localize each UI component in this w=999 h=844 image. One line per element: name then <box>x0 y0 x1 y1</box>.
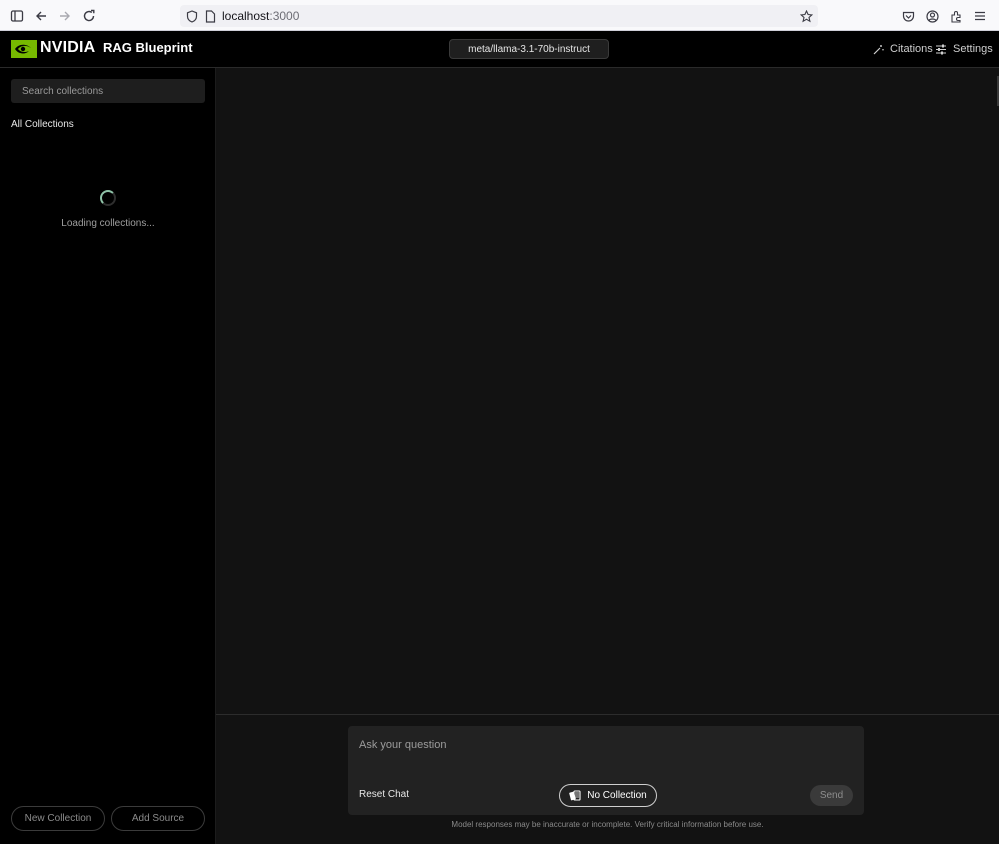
pocket-icon[interactable] <box>899 7 917 25</box>
loading-text: Loading collections... <box>61 218 155 229</box>
question-input[interactable] <box>359 735 849 755</box>
cards-icon <box>569 790 581 801</box>
loading-spinner-icon <box>100 190 116 206</box>
shield-icon[interactable] <box>183 7 201 25</box>
browser-toolbar: localhost:3000 <box>0 0 999 31</box>
chat-messages-area <box>216 68 999 714</box>
page-icon <box>201 7 219 25</box>
address-bar[interactable]: localhost:3000 <box>180 5 818 27</box>
model-selector[interactable]: meta/llama-3.1-70b-instruct <box>449 39 609 59</box>
account-icon[interactable] <box>923 7 941 25</box>
citations-label: Citations <box>890 43 933 55</box>
menu-icon[interactable] <box>971 7 989 25</box>
collections-sidebar: All Collections Loading collections... N… <box>0 68 216 844</box>
url-text[interactable]: localhost:3000 <box>222 9 299 23</box>
collection-selector-button[interactable]: No Collection <box>559 784 657 807</box>
citations-button[interactable]: Citations <box>873 41 933 57</box>
sliders-icon <box>936 44 946 54</box>
add-source-button[interactable]: Add Source <box>111 806 205 831</box>
new-collection-button[interactable]: New Collection <box>11 806 105 831</box>
settings-label: Settings <box>953 43 993 55</box>
message-composer: Reset Chat No Collection Send <box>348 726 864 815</box>
app-header: NVIDIA RAG Blueprint meta/llama-3.1-70b-… <box>0 31 999 68</box>
brand-name: NVIDIA <box>40 39 96 56</box>
magic-wand-icon <box>873 44 884 54</box>
bookmark-star-icon[interactable] <box>797 7 815 25</box>
nvidia-logo-icon <box>11 40 37 58</box>
forward-arrow-icon[interactable] <box>56 7 74 25</box>
search-collections-input[interactable] <box>11 79 205 103</box>
reset-chat-button[interactable]: Reset Chat <box>359 789 409 800</box>
settings-button[interactable]: Settings <box>935 41 993 57</box>
app-title: RAG Blueprint <box>103 40 193 55</box>
extensions-icon[interactable] <box>947 7 965 25</box>
back-arrow-icon[interactable] <box>32 7 50 25</box>
disclaimer-text: Model responses may be inaccurate or inc… <box>451 820 764 829</box>
send-button[interactable]: Send <box>810 785 853 806</box>
composer-region: Reset Chat No Collection Send Model resp… <box>216 714 999 844</box>
collection-selector-label: No Collection <box>587 790 647 801</box>
reload-icon[interactable] <box>80 7 98 25</box>
sidebar-toggle-icon[interactable] <box>8 7 26 25</box>
all-collections-heading[interactable]: All Collections <box>11 119 74 130</box>
